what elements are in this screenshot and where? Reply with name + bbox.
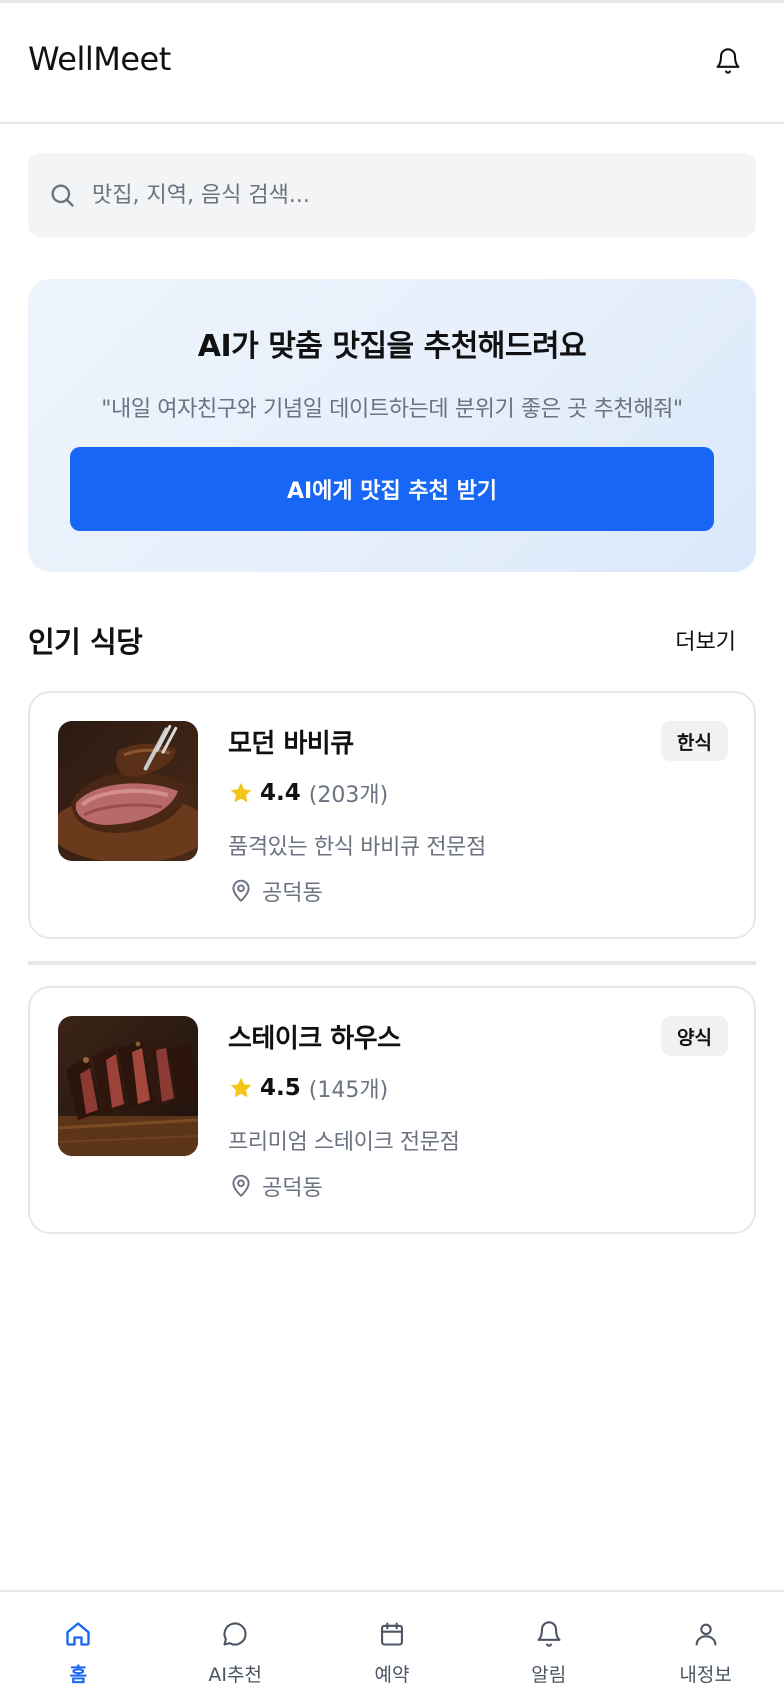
star-icon [230,782,252,803]
restaurant-name: 모던 바비큐 [228,729,354,759]
ai-card-title: AI가 맞춤 맛집을 추천해드려요 [197,329,587,364]
review-count: (203개) [308,783,389,808]
restaurant-name: 스테이크 하우스 [228,1024,401,1054]
popular-section-header: 인기 식당 더보기 [28,618,756,662]
location-pin-icon [232,1174,250,1197]
search-input[interactable] [92,182,692,208]
rating-row: 4.4 (203개) [228,777,388,809]
restaurant-thumbnail [58,721,198,861]
category-badge: 양식 [661,1016,728,1056]
location-row: 공덕동 [228,1170,323,1202]
ai-recommend-button[interactable]: AI에게 맛집 추천 받기 [70,447,714,531]
bell-icon [716,47,740,74]
restaurant-card[interactable]: 모던 바비큐 한식 4.4 (203개) 품격있는 한식 바비큐 전문점 공덕동 [28,691,756,939]
nav-item-reservation[interactable]: 예약 [314,1592,471,1708]
restaurant-description: 프리미엄 스테이크 전문점 [228,1130,460,1155]
nav-label: 내정보 [679,1664,732,1686]
rating-value: 4.5 [260,1075,301,1101]
category-badge: 한식 [661,721,728,761]
nav-item-my-info[interactable]: 내정보 [627,1592,784,1708]
home-icon [66,1622,91,1646]
nav-item-notifications[interactable]: 알림 [470,1592,627,1708]
restaurant-thumbnail [58,1016,198,1156]
star-icon [230,1077,252,1098]
chat-icon [223,1622,247,1646]
nav-item-home[interactable]: 홈 [0,1592,157,1708]
bell-icon [537,1621,561,1647]
nav-label: 예약 [374,1664,410,1686]
app-root: WellMeet AI가 맞춤 맛집을 추천해드려요 "내일 여자친구와 기념일… [0,0,784,1708]
card-divider [28,961,756,965]
search-bar[interactable] [28,153,756,237]
user-icon [695,1623,716,1646]
section-title: 인기 식당 [28,625,143,659]
ai-card-example-quote: "내일 여자친구와 기념일 데이트하는데 분위기 좋은 곳 추천해줘" [101,397,683,422]
app-title: WellMeet [28,39,171,78]
location-row: 공덕동 [228,875,323,907]
nav-label: 알림 [531,1664,567,1686]
restaurant-location: 공덕동 [262,1176,323,1201]
rating-row: 4.5 (145개) [228,1072,388,1104]
app-header: WellMeet [0,3,784,124]
restaurant-card[interactable]: 스테이크 하우스 양식 4.5 (145개) 프리미엄 스테이크 전문점 공덕동 [28,986,756,1234]
review-count: (145개) [308,1078,389,1103]
calendar-icon [381,1622,403,1646]
restaurant-location: 공덕동 [262,881,323,906]
more-link[interactable]: 더보기 [675,624,736,656]
rating-value: 4.4 [260,780,301,806]
location-pin-icon [232,879,250,902]
nav-label: 홈 [69,1664,88,1686]
notification-button[interactable] [708,41,748,81]
nav-item-ai-recommend[interactable]: AI추천 [157,1592,314,1708]
ai-recommend-card: AI가 맞춤 맛집을 추천해드려요 "내일 여자친구와 기념일 데이트하는데 분… [28,279,756,572]
restaurant-description: 품격있는 한식 바비큐 전문점 [228,835,486,860]
search-icon [51,184,74,207]
nav-label: AI추천 [208,1664,262,1686]
bottom-nav: 홈 AI추천 예약 알림 내정보 [0,1590,784,1708]
